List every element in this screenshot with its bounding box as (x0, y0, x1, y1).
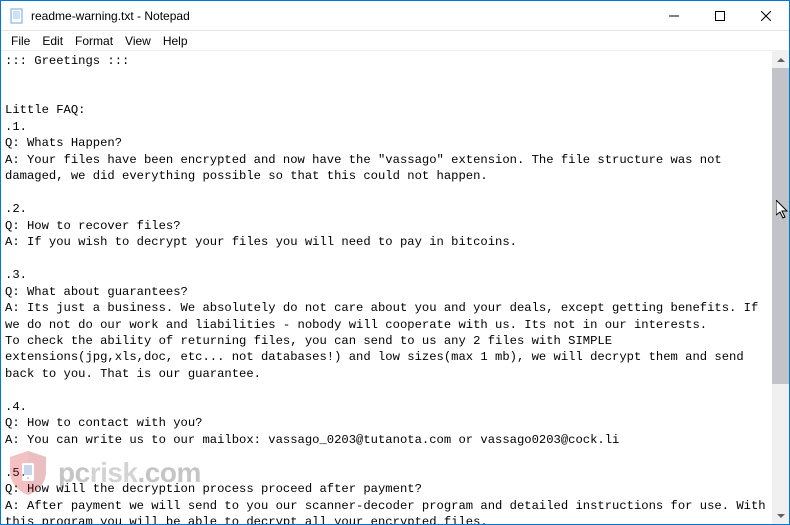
window-controls (651, 1, 789, 30)
minimize-button[interactable] (651, 1, 697, 30)
notepad-window: readme-warning.txt - Notepad File Edit F… (0, 0, 790, 525)
scroll-down-button[interactable] (772, 507, 789, 524)
menubar: File Edit Format View Help (1, 31, 789, 51)
content-area: ::: Greetings ::: Little FAQ: .1. Q: Wha… (1, 51, 789, 524)
menu-view[interactable]: View (119, 33, 157, 49)
menu-file[interactable]: File (5, 33, 36, 49)
scroll-thumb[interactable] (772, 68, 789, 384)
vertical-scrollbar[interactable] (772, 51, 789, 524)
close-button[interactable] (743, 1, 789, 30)
scroll-track[interactable] (772, 68, 789, 507)
menu-edit[interactable]: Edit (36, 33, 69, 49)
menu-help[interactable]: Help (157, 33, 194, 49)
window-title: readme-warning.txt - Notepad (31, 9, 651, 23)
titlebar[interactable]: readme-warning.txt - Notepad (1, 1, 789, 31)
menu-format[interactable]: Format (69, 33, 119, 49)
text-content[interactable]: ::: Greetings ::: Little FAQ: .1. Q: Wha… (1, 51, 772, 524)
scroll-up-button[interactable] (772, 51, 789, 68)
notepad-icon (9, 8, 25, 24)
maximize-button[interactable] (697, 1, 743, 30)
